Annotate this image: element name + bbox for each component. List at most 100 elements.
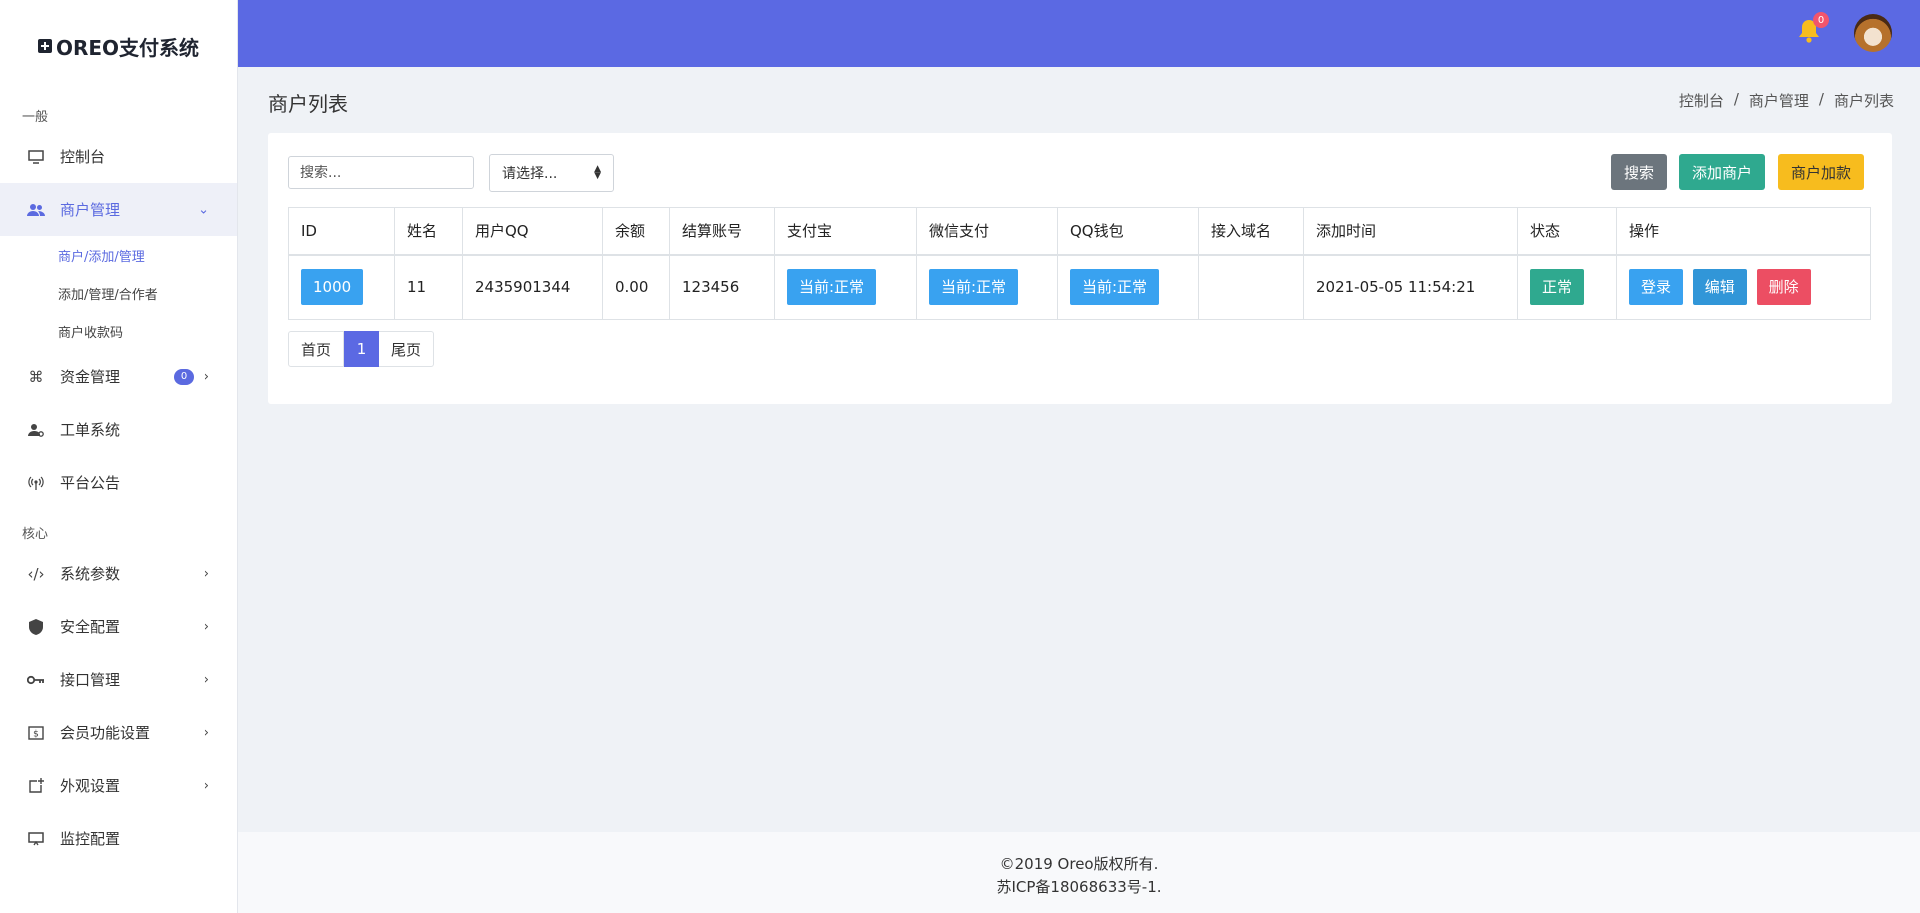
user-gear-icon [26, 420, 46, 440]
alipay-status-button[interactable]: 当前:正常 [787, 269, 877, 306]
cell-alipay: 当前:正常 [774, 254, 917, 320]
delete-button[interactable]: 删除 [1756, 269, 1811, 306]
cell-qqwallet: 当前:正常 [1057, 254, 1199, 320]
submenu-merchant-add-manage[interactable]: 商户/添加/管理 [0, 236, 237, 274]
edit-button[interactable]: 编辑 [1692, 269, 1747, 306]
breadcrumb-current: 商户列表 [1833, 92, 1894, 110]
add-merchant-button[interactable]: 添加商户 [1679, 154, 1765, 190]
merchant-id-button[interactable]: 1000 [301, 269, 364, 306]
code-icon: ‹/› [27, 564, 45, 583]
chevron-right-icon: › [203, 672, 209, 687]
pagination-first[interactable]: 首页 [288, 331, 344, 367]
pagination-last[interactable]: 尾页 [379, 331, 434, 367]
breadcrumb-dashboard[interactable]: 控制台 [1679, 90, 1724, 111]
footer-copyright: ©2019 Oreo版权所有. [999, 855, 1159, 873]
col-domain: 接入域名 [1198, 207, 1304, 256]
chevron-right-icon: › [203, 778, 209, 793]
sidebar-item-label: 会员功能设置 [60, 724, 151, 742]
brand-name: OREO支付系统 [55, 35, 200, 60]
col-wechat: 微信支付 [916, 207, 1058, 256]
command-icon: ⌘ [28, 367, 44, 386]
search-input[interactable] [288, 156, 474, 189]
footer: ©2019 Oreo版权所有. 苏ICP备18068633号-1. [238, 832, 1920, 913]
qqwallet-status-button[interactable]: 当前:正常 [1070, 269, 1160, 306]
breadcrumb-merchants[interactable]: 商户管理 [1749, 90, 1809, 111]
sidebar-item-dashboard[interactable]: 控制台 [0, 130, 237, 183]
cell-name: 11 [394, 254, 463, 320]
sidebar-item-label: 接口管理 [60, 671, 121, 689]
sidebar-item-label: 外观设置 [60, 777, 121, 795]
user-avatar[interactable] [1854, 14, 1892, 52]
sidebar-item-member-settings[interactable]: $ 会员功能设置 › [0, 706, 237, 759]
merchant-table: ID 姓名 用户QQ 余额 结算账号 支付宝 微信支付 QQ钱包 接入域名 添加… [288, 207, 1871, 320]
col-alipay: 支付宝 [774, 207, 917, 256]
sidebar-item-appearance[interactable]: 外观设置 › [0, 759, 237, 812]
notification-count-badge: 0 [1813, 12, 1829, 28]
search-button[interactable]: 搜索 [1611, 154, 1667, 190]
sidebar-item-security[interactable]: 安全配置 › [0, 600, 237, 653]
merchant-credit-button[interactable]: 商户加款 [1778, 154, 1864, 190]
sidebar-item-label: 系统参数 [60, 565, 121, 583]
cell-qq: 2435901344 [462, 254, 603, 320]
col-added: 添加时间 [1303, 207, 1518, 256]
filter-select-value: 请选择... [502, 166, 558, 182]
chevron-right-icon: › [203, 566, 209, 581]
chevron-right-icon: › [203, 369, 209, 384]
col-status: 状态 [1517, 207, 1617, 256]
page-title: 商户列表 [268, 92, 348, 116]
col-balance: 余额 [602, 207, 670, 256]
cell-balance: 0.00 [602, 254, 670, 320]
breadcrumb: 控制台 / 商户管理 / 商户列表 [1679, 90, 1894, 111]
select-arrows-icon: ▲ ▼ [594, 164, 601, 181]
monitor-icon [26, 147, 46, 167]
col-qqwallet: QQ钱包 [1057, 207, 1199, 256]
dollar-box-icon: $ [26, 723, 46, 743]
sidebar-item-announcements[interactable]: 平台公告 [0, 456, 237, 509]
cell-wechat: 当前:正常 [916, 254, 1058, 320]
svg-text:$: $ [33, 729, 39, 739]
sidebar-item-label: 资金管理 [60, 368, 121, 386]
broadcast-icon [26, 473, 46, 493]
plus-box-icon [37, 39, 52, 53]
sidebar-item-funds[interactable]: ⌘ 资金管理 0 › [0, 350, 237, 403]
topbar: 0 [238, 0, 1920, 67]
brand-logo[interactable]: OREO支付系统 [0, 0, 237, 92]
table-header-row: ID 姓名 用户QQ 余额 结算账号 支付宝 微信支付 QQ钱包 接入域名 添加… [288, 207, 1871, 256]
col-name: 姓名 [394, 207, 463, 256]
col-id: ID [288, 207, 395, 256]
pagination: 首页 1 尾页 [288, 331, 434, 367]
col-actions: 操作 [1616, 207, 1871, 256]
sidebar-item-monitor[interactable]: 监控配置 [0, 812, 237, 865]
funds-badge: 0 [174, 368, 194, 385]
sidebar-item-label: 安全配置 [60, 618, 121, 636]
cell-domain [1198, 254, 1304, 320]
sidebar-item-api[interactable]: 接口管理 › [0, 653, 237, 706]
sidebar-item-label: 监控配置 [60, 830, 121, 848]
users-icon [26, 200, 46, 220]
footer-icp[interactable]: 苏ICP备18068633号-1. [238, 876, 1920, 899]
shield-icon [26, 617, 46, 637]
sidebar-item-tickets[interactable]: 工单系统 [0, 403, 237, 456]
cell-id: 1000 [288, 254, 395, 320]
key-icon [26, 670, 46, 690]
sidebar-item-merchants[interactable]: 商户管理 ⌄ [0, 183, 237, 236]
submenu-merchant-qrcode[interactable]: 商户收款码 [0, 312, 237, 350]
sidebar-item-system-params[interactable]: ‹/› 系统参数 › [0, 547, 237, 600]
sidebar: OREO支付系统 一般 控制台 商户管理 ⌄ 商户/添加/管理 添加/管理/合作… [0, 0, 238, 913]
cell-status: 正常 [1517, 254, 1617, 320]
login-button[interactable]: 登录 [1629, 269, 1684, 306]
status-badge[interactable]: 正常 [1530, 269, 1585, 306]
display-icon [26, 829, 46, 849]
table-row: 1000 11 2435901344 0.00 123456 当前:正常 当前:… [288, 254, 1871, 320]
filter-select[interactable]: 请选择... ▲ ▼ [489, 154, 614, 192]
section-title-general: 一般 [22, 110, 49, 125]
section-title-core: 核心 [22, 527, 49, 542]
sidebar-item-label: 商户管理 [60, 201, 121, 219]
chevron-right-icon: › [203, 725, 209, 740]
cell-added: 2021-05-05 11:54:21 [1303, 254, 1518, 320]
sidebar-item-label: 工单系统 [60, 421, 121, 439]
notification-bell-button[interactable]: 0 [1797, 12, 1829, 46]
pagination-page-current[interactable]: 1 [344, 331, 379, 367]
wechat-status-button[interactable]: 当前:正常 [929, 269, 1019, 306]
submenu-partner-add-manage[interactable]: 添加/管理/合作者 [0, 274, 237, 312]
